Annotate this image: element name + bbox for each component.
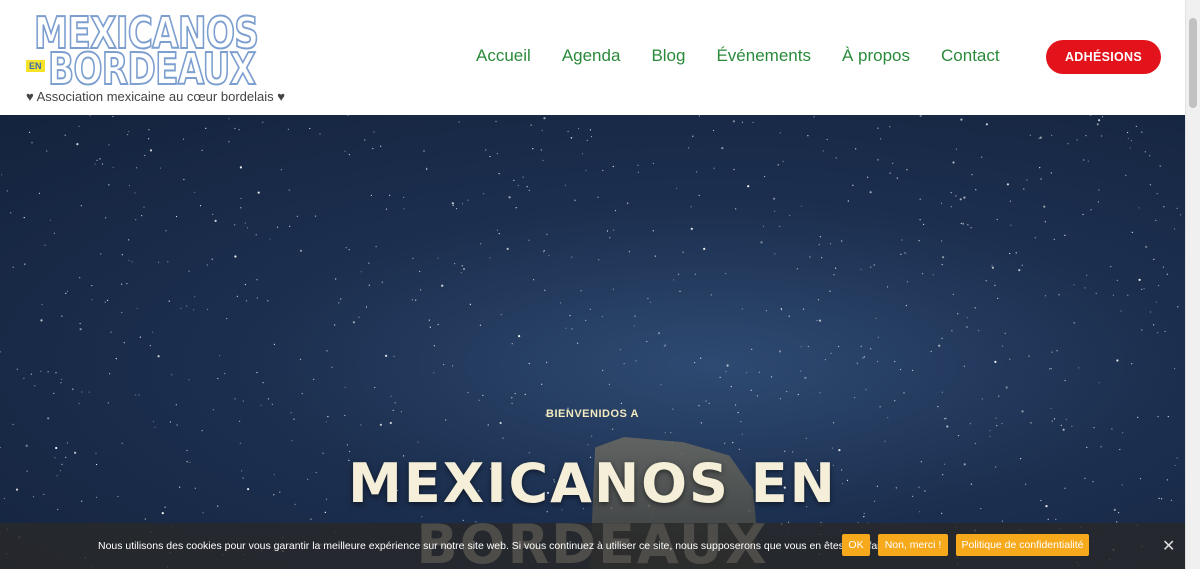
nav-contact[interactable]: Contact (941, 44, 1000, 68)
nav-evenements[interactable]: Événements (716, 44, 811, 68)
cookie-ok-button[interactable]: OK (842, 534, 870, 556)
main-nav: Accueil Agenda Blog Événements À propos … (476, 44, 1031, 68)
site-logo[interactable]: MEXICANOS BORDEAUX EN ♥ Association mexi… (26, 11, 296, 107)
adhesions-button[interactable]: ADHÉSIONS (1046, 40, 1161, 74)
nav-agenda[interactable]: Agenda (562, 44, 621, 68)
nav-blog[interactable]: Blog (651, 44, 685, 68)
cookie-banner: Nous utilisons des cookies pour vous gar… (0, 523, 1185, 569)
scrollbar-thumb[interactable] (1189, 18, 1197, 108)
hero-kicker: BIENVENIDOS A (546, 408, 639, 420)
page: MEXICANOS BORDEAUX EN ♥ Association mexi… (0, 0, 1185, 569)
logo-en-badge: EN (26, 60, 45, 72)
cookie-message: Nous utilisons des cookies pour vous gar… (98, 540, 886, 552)
site-header: MEXICANOS BORDEAUX EN ♥ Association mexi… (0, 0, 1185, 115)
hero-title: MEXICANOS EN (348, 452, 837, 515)
site-tagline: ♥ Association mexicaine au cœur bordelai… (26, 89, 285, 104)
hero-banner: BIENVENIDOS A MEXICANOS EN BORDEAUX (0, 115, 1185, 569)
cookie-policy-button[interactable]: Politique de confidentialité (956, 534, 1089, 556)
nav-a-propos[interactable]: À propos (842, 44, 910, 68)
nav-accueil[interactable]: Accueil (476, 44, 531, 68)
close-icon[interactable]: ✕ (1162, 536, 1175, 556)
vertical-scrollbar[interactable] (1185, 0, 1200, 569)
logo-text-bottom: BORDEAUX (47, 44, 257, 95)
cookie-decline-button[interactable]: Non, merci ! (878, 534, 948, 556)
